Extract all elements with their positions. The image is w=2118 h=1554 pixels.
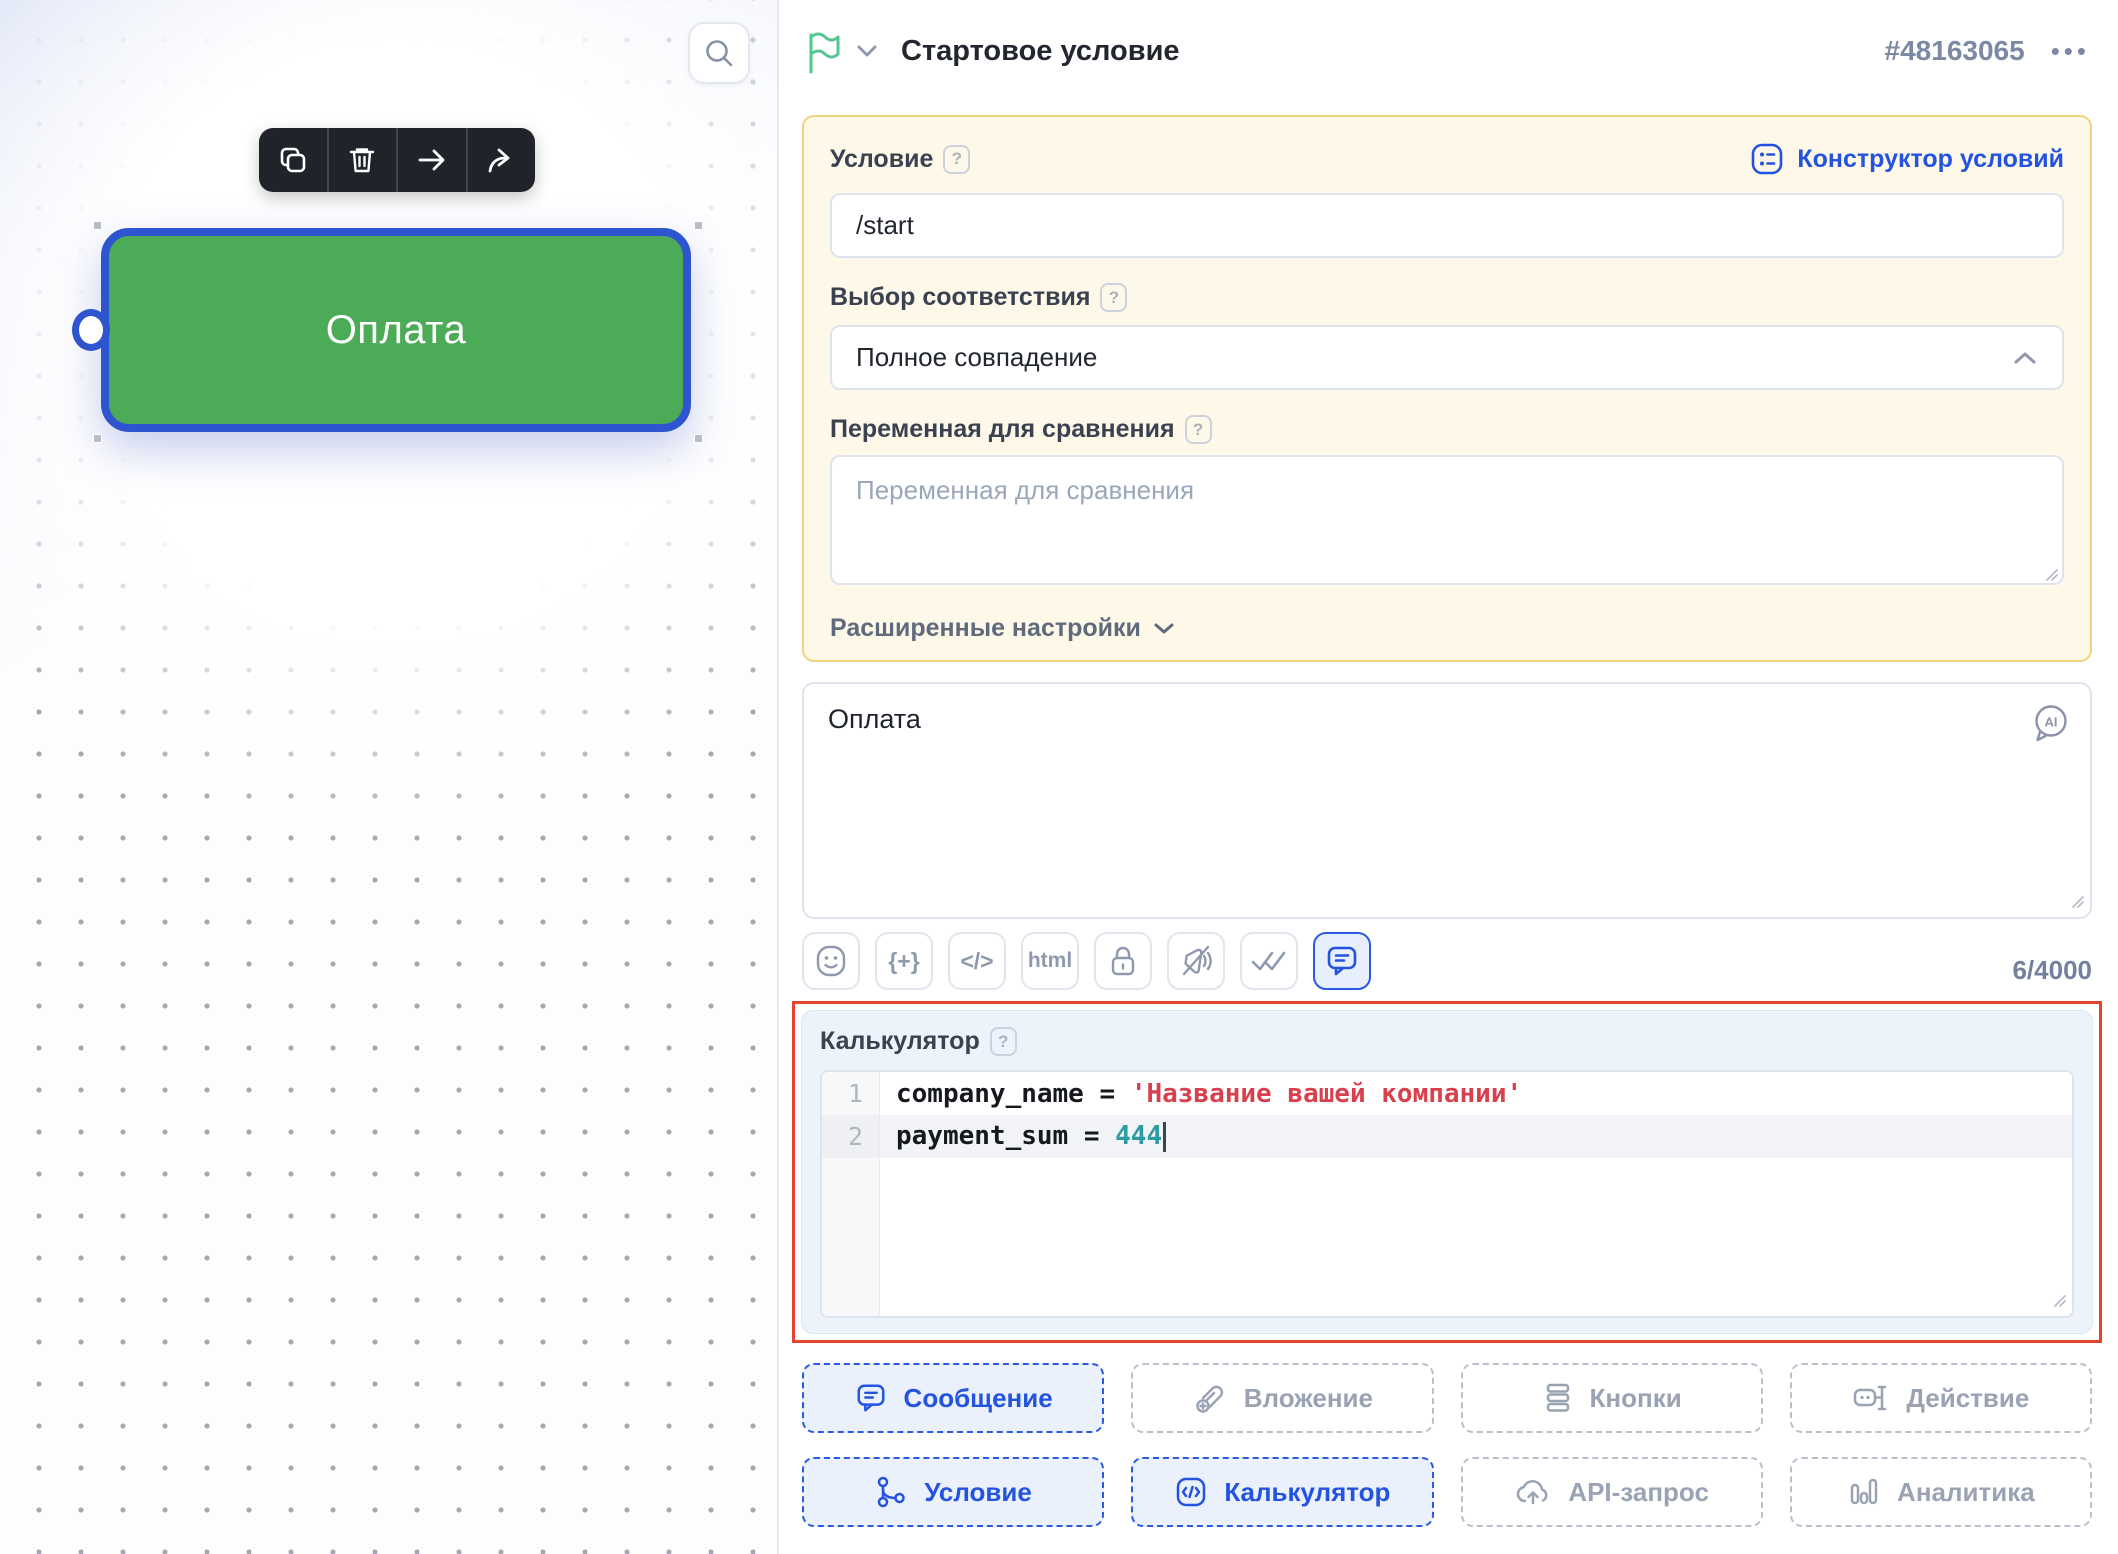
calculator-highlight: Калькулятор ? 1 company_name = 'Название… xyxy=(792,1001,2102,1343)
selection-handle[interactable] xyxy=(93,434,102,443)
chevron-up-icon xyxy=(2012,349,2038,367)
message-toolbar: {+} </> html 6/4000 xyxy=(802,931,2092,990)
copy-icon xyxy=(278,145,308,175)
condition-label: Условие ? xyxy=(830,144,971,174)
voice-off-icon[interactable] xyxy=(1167,932,1225,990)
lock-icon[interactable] xyxy=(1094,932,1152,990)
variable-label: Переменная для сравнения ? xyxy=(830,415,1212,444)
resize-handle-icon[interactable] xyxy=(2051,1292,2067,1308)
share-icon xyxy=(485,144,517,176)
advanced-settings-toggle[interactable]: Расширенные настройки xyxy=(830,614,1175,643)
help-icon[interactable]: ? xyxy=(1100,283,1128,312)
text-cursor xyxy=(1163,1121,1167,1152)
api-cloud-icon xyxy=(1514,1476,1552,1508)
node-toolbar xyxy=(259,128,535,192)
chevron-down-icon xyxy=(855,43,879,59)
node-type-selector[interactable] xyxy=(803,28,879,74)
condition-section: Условие ? Конструктор условий /start Выб… xyxy=(802,115,2092,662)
tab-action[interactable]: Действие xyxy=(1789,1363,2092,1433)
variable-icon[interactable]: {+} xyxy=(875,932,933,990)
buttons-icon xyxy=(1542,1381,1574,1415)
match-type-label: Выбор соответствия ? xyxy=(830,283,1128,312)
selection-handle[interactable] xyxy=(694,434,703,443)
flow-canvas[interactable]: Оплата xyxy=(0,0,777,1554)
tab-buttons[interactable]: Кнопки xyxy=(1460,1363,1763,1433)
block-type-buttons: Сообщение Вложение Кнопки Действие Услов… xyxy=(802,1363,2092,1527)
settings-panel: Стартовое условие #48163065 ••• Условие … xyxy=(777,0,2118,1554)
help-icon[interactable]: ? xyxy=(943,144,971,174)
page-title: Стартовое условие xyxy=(901,34,1180,67)
flow-node-payment[interactable]: Оплата xyxy=(72,228,691,432)
code-line[interactable]: 1 company_name = 'Название вашей компани… xyxy=(822,1072,2072,1115)
selection-handle[interactable] xyxy=(93,221,102,230)
canvas-search-button[interactable] xyxy=(688,22,750,84)
analytics-icon xyxy=(1847,1475,1881,1509)
message-icon xyxy=(854,1381,888,1415)
code-icon[interactable]: </> xyxy=(948,932,1006,990)
flow-builder-app: Оплата Стартовое условие #48163065 ••• У… xyxy=(0,0,2118,1554)
calculator-icon xyxy=(1174,1475,1208,1509)
message-editor[interactable]: Оплата AI xyxy=(802,682,2092,919)
help-icon[interactable]: ? xyxy=(989,1027,1017,1056)
svg-text:AI: AI xyxy=(2045,715,2058,730)
more-menu-button[interactable]: ••• xyxy=(2051,38,2090,64)
connect-node-button[interactable] xyxy=(396,128,466,192)
calculator-label: Калькулятор ? xyxy=(820,1027,1017,1056)
arrow-right-icon xyxy=(417,145,447,175)
selection-handle[interactable] xyxy=(694,221,703,230)
attachment-icon xyxy=(1192,1380,1228,1416)
tab-condition[interactable]: Условие xyxy=(802,1457,1105,1527)
node-input-port[interactable] xyxy=(72,309,110,351)
tab-message[interactable]: Сообщение xyxy=(802,1363,1105,1433)
condition-branch-icon xyxy=(874,1475,908,1509)
condition-constructor-link[interactable]: Конструктор условий xyxy=(1749,141,2064,177)
condition-input[interactable] xyxy=(830,193,2064,258)
trash-icon xyxy=(347,145,377,175)
tab-calculator[interactable]: Калькулятор xyxy=(1131,1457,1434,1527)
help-icon[interactable]: ? xyxy=(1184,415,1212,444)
ai-assistant-button[interactable]: AI xyxy=(2028,700,2074,746)
tab-attachment[interactable]: Вложение xyxy=(1131,1363,1434,1433)
variable-textarea[interactable] xyxy=(830,455,2064,585)
match-type-select[interactable]: Полное совпадение xyxy=(830,325,2064,390)
constructor-icon xyxy=(1749,141,1785,177)
code-text: payment_sum = 444 xyxy=(880,1121,1167,1152)
line-number: 2 xyxy=(822,1115,880,1158)
action-robot-icon xyxy=(1852,1381,1890,1415)
char-counter: 6/4000 xyxy=(2012,955,2092,985)
code-line-active[interactable]: 2 payment_sum = 444 xyxy=(822,1115,2072,1158)
tab-analytics[interactable]: Аналитика xyxy=(1789,1457,2092,1527)
chevron-down-icon xyxy=(1153,621,1175,636)
copy-node-button[interactable] xyxy=(259,128,327,192)
search-icon xyxy=(702,36,736,70)
flag-icon xyxy=(803,28,845,74)
panel-header: Стартовое условие #48163065 ••• xyxy=(779,0,2118,80)
comment-icon[interactable] xyxy=(1313,932,1371,990)
resize-handle-icon[interactable] xyxy=(2069,893,2085,909)
calculator-code-editor[interactable]: 1 company_name = 'Название вашей компани… xyxy=(820,1070,2074,1318)
double-check-icon[interactable] xyxy=(1240,932,1298,990)
message-text: Оплата xyxy=(828,704,921,734)
code-text: company_name = 'Название вашей компании' xyxy=(896,1078,1523,1109)
code-gutter xyxy=(822,1158,880,1316)
delete-node-button[interactable] xyxy=(326,128,397,192)
share-node-button[interactable] xyxy=(465,128,536,192)
calculator-section: Калькулятор ? 1 company_name = 'Название… xyxy=(801,1010,2093,1334)
tab-api-request[interactable]: API-запрос xyxy=(1460,1457,1763,1527)
node-id: #48163065 xyxy=(1884,35,2025,66)
node-label: Оплата xyxy=(325,307,467,352)
emoji-icon[interactable] xyxy=(802,932,860,990)
html-icon[interactable]: html xyxy=(1021,932,1079,990)
line-number: 1 xyxy=(822,1072,880,1115)
